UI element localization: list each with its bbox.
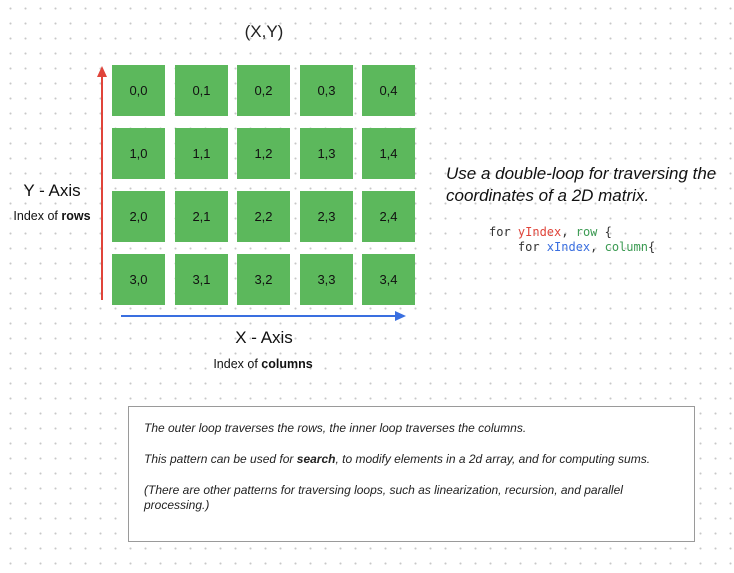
- grid-cell: 1,1: [175, 128, 228, 179]
- explanation-p3: (There are other patterns for traversing…: [144, 483, 623, 512]
- grid-cell: 3,1: [175, 254, 228, 305]
- x-axis-sublabel: Index of columns: [196, 357, 330, 371]
- explanation-p1: The outer loop traverses the rows, the i…: [144, 421, 527, 435]
- code-keyword: for: [489, 240, 547, 254]
- grid-cell: 1,4: [362, 128, 415, 179]
- y-axis-sub-bold: rows: [61, 209, 91, 223]
- grid-cell: 2,0: [112, 191, 165, 242]
- grid-cell: 2,3: [300, 191, 353, 242]
- y-axis-label: Y - Axis: [23, 181, 81, 200]
- grid-cell: 2,4: [362, 191, 415, 242]
- explanation-p2-prefix: This pattern can be used for: [144, 452, 297, 466]
- x-axis-sub-bold: columns: [261, 357, 313, 371]
- grid-cell: 1,3: [300, 128, 353, 179]
- y-axis-arrow: [97, 66, 107, 300]
- code-var-xindex: xIndex: [546, 240, 591, 254]
- grid-cell: 0,3: [300, 65, 353, 116]
- explanation-box: The outer loop traverses the rows, the i…: [128, 406, 695, 542]
- grid-cell: 3,2: [237, 254, 290, 305]
- grid-cell: 0,2: [237, 65, 290, 116]
- grid-cell: 2,1: [175, 191, 228, 242]
- grid-cell: 2,2: [237, 191, 290, 242]
- code-snippet: for yIndex, row { for xIndex, column{: [489, 225, 655, 255]
- x-axis-arrow: [121, 311, 406, 321]
- coordinate-grid: 0,0 0,1 0,2 0,3 0,4 1,0 1,1 1,2 1,3 1,4 2,0 2,1 2,2 2…: [112, 65, 415, 305]
- code-var-yindex: yIndex: [517, 225, 562, 239]
- grid-cell: 0,1: [175, 65, 228, 116]
- traversal-note: Use a double-loop for traversing the coo…: [446, 164, 717, 205]
- grid-cell: 0,0: [112, 65, 165, 116]
- code-punct: {: [647, 240, 656, 254]
- x-axis-label: X - Axis: [235, 328, 293, 347]
- code-var-column: column: [604, 240, 648, 254]
- y-axis-sub-prefix: Index of: [13, 209, 62, 223]
- y-axis-sublabel: Index of rows: [6, 209, 98, 223]
- grid-cell: 0,4: [362, 65, 415, 116]
- grid-cell: 1,2: [237, 128, 290, 179]
- explanation-p2: This pattern can be used for search, to …: [144, 452, 680, 467]
- code-punct: ,: [590, 240, 605, 254]
- code-var-row: row: [575, 225, 598, 239]
- diagram-title: (X,Y): [244, 22, 284, 41]
- grid-cell: 3,0: [112, 254, 165, 305]
- x-axis-sub-prefix: Index of: [213, 357, 262, 371]
- grid-cell: 1,0: [112, 128, 165, 179]
- explanation-p2-suffix: , to modify elements in a 2d array, and …: [335, 452, 651, 466]
- explanation-p2-bold: search: [296, 452, 336, 466]
- code-keyword: for: [489, 225, 518, 239]
- code-punct: {: [597, 225, 612, 239]
- grid-cell: 3,3: [300, 254, 353, 305]
- code-punct: ,: [561, 225, 576, 239]
- grid-cell: 3,4: [362, 254, 415, 305]
